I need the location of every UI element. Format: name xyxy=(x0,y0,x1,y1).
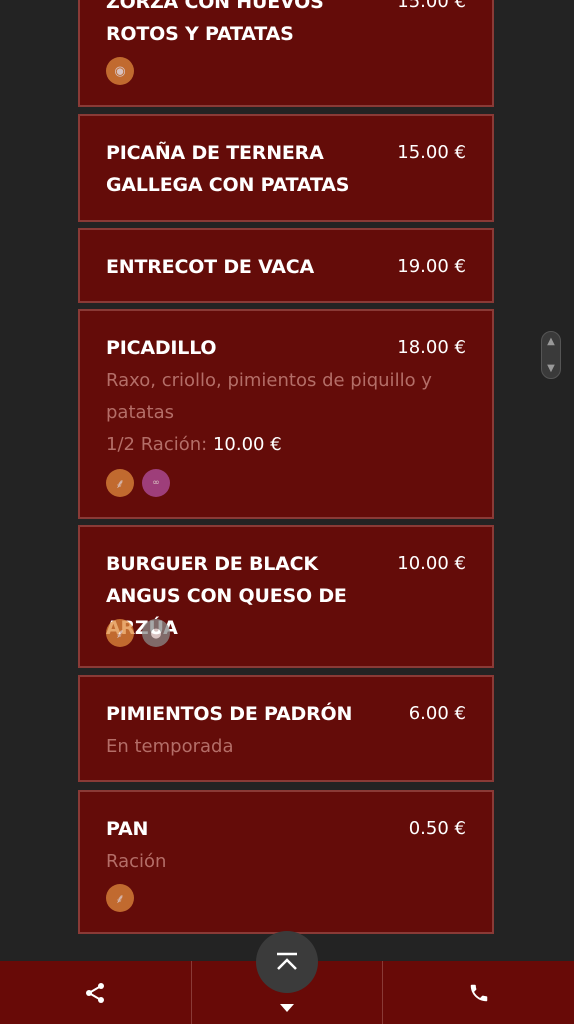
menu-item-description: Raxo, criollo, pimientos de piquillo y p… xyxy=(106,370,432,423)
menu-item-name: PIMIENTOS DE PADRÓN xyxy=(106,703,353,725)
scroll-handle[interactable]: ▲ ▼ xyxy=(541,331,561,379)
menu-item-price: 15.00 € xyxy=(397,0,466,12)
menu-item-name: PICAÑA DE TERNERA GALLEGA CON PATATAS xyxy=(106,142,350,196)
menu-item-price: 10.00 € xyxy=(397,553,466,574)
call-button[interactable] xyxy=(383,961,574,1024)
lactose-icon: ∞ xyxy=(142,469,170,497)
menu-item-description: Ración xyxy=(106,851,167,872)
menu-item-price: 0.50 € xyxy=(408,818,466,839)
allergen-list: ◉ xyxy=(106,57,134,85)
menu-item-price: 19.00 € xyxy=(397,256,466,277)
menu-item-card[interactable]: PAN 0.50 € Ración ⸙ xyxy=(78,790,494,934)
allergen-list: ⸙ ● xyxy=(106,619,170,647)
gluten-icon: ⸙ xyxy=(106,884,134,912)
menu-item-name: ENTRECOT DE VACA xyxy=(106,256,315,278)
menu-item-card[interactable]: PIMIENTOS DE PADRÓN 6.00 € En temporada xyxy=(78,675,494,782)
menu-item-price: 15.00 € xyxy=(397,142,466,163)
menu-item-name: PAN xyxy=(106,818,149,840)
menu-item-name: PICADILLO xyxy=(106,337,217,359)
menu-item-price: 18.00 € xyxy=(397,337,466,358)
allergen-list: ⸙ ∞ xyxy=(106,469,170,497)
menu-item-card[interactable]: PICAÑA DE TERNERA GALLEGA CON PATATAS 15… xyxy=(78,114,494,222)
menu-item-card[interactable]: PICADILLO 18.00 € Raxo, criollo, pimient… xyxy=(78,309,494,519)
half-portion-label: 1/2 Ración: xyxy=(106,434,208,455)
phone-icon xyxy=(470,984,487,1001)
share-button[interactable] xyxy=(0,961,192,1024)
allergen-list: ⸙ xyxy=(106,884,134,912)
mustard-icon: ● xyxy=(142,619,170,647)
eggs-icon: ◉ xyxy=(106,57,134,85)
menu-item-card[interactable]: ENTRECOT DE VACA 19.00 € xyxy=(78,228,494,303)
menu-item-card[interactable]: BURGUER DE BLACK ANGUS CON QUESO DE ARZÚ… xyxy=(78,525,494,668)
menu-item-description: En temporada xyxy=(106,736,234,757)
back-to-top-button[interactable] xyxy=(256,931,318,993)
chevron-up-icon: ▲ xyxy=(547,336,555,347)
half-portion-price: 10.00 € xyxy=(212,434,282,455)
chevron-down-icon: ▼ xyxy=(547,363,555,374)
share-icon xyxy=(86,982,105,1003)
menu-item-name: ZORZA CON HUEVOS ROTOS Y PATATAS xyxy=(106,0,324,45)
chevron-down-icon xyxy=(280,1003,294,1012)
gluten-icon: ⸙ xyxy=(106,619,134,647)
menu-item-price: 6.00 € xyxy=(408,703,466,724)
menu-item-card[interactable]: ZORZA CON HUEVOS ROTOS Y PATATAS 15.00 €… xyxy=(78,0,494,107)
half-portion: 1/2 Ración: 10.00 € xyxy=(106,429,282,461)
gluten-icon: ⸙ xyxy=(106,469,134,497)
chevron-up-icon xyxy=(277,952,297,970)
